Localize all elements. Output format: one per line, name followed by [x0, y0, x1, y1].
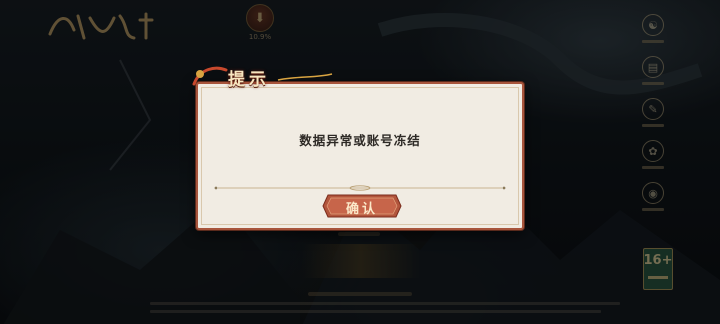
confirm-button[interactable]: 确认 — [322, 194, 402, 218]
confirm-button-label: 确认 — [345, 202, 378, 217]
game-launcher-screen: ⬇ 10.9% ☯ ▤ ✎ ✿ ◉ 16+ 数据异常或账号冻结 确认 提示 — [0, 0, 720, 324]
dialog-divider — [214, 185, 506, 191]
dialog-title-banner: 提示 — [190, 62, 336, 92]
dialog-title: 提示 — [228, 70, 270, 90]
dialog-message: 数据异常或账号冻结 — [299, 133, 421, 148]
alert-dialog: 数据异常或账号冻结 确认 — [196, 82, 524, 230]
